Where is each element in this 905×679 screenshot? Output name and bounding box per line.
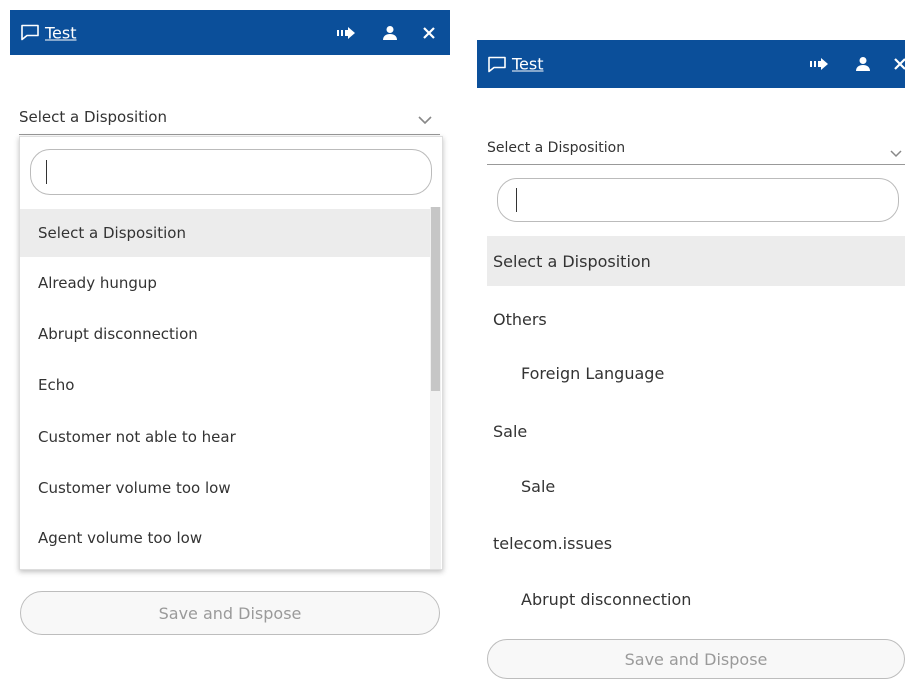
chevron-down-icon[interactable] (890, 143, 902, 162)
close-icon[interactable] (893, 57, 905, 71)
option-agent-volume-too-low[interactable]: Agent volume too low (20, 514, 430, 562)
user-icon[interactable] (855, 56, 871, 72)
disposition-select[interactable]: Select a Disposition (487, 140, 625, 156)
chat-icon (487, 55, 507, 73)
conversation-title[interactable]: Test (512, 55, 544, 74)
left-panel: Test Select a Disposition Select a Dispo… (0, 0, 450, 673)
group-others: Others (493, 309, 547, 329)
option-already-hungup[interactable]: Already hungup (20, 259, 430, 307)
transfer-icon[interactable] (336, 26, 356, 40)
disposition-dropdown: Select a Disposition Already hungup Abru… (19, 136, 443, 570)
save-and-dispose-button[interactable]: Save and Dispose (20, 591, 440, 635)
right-header: Test (477, 40, 905, 88)
transfer-icon[interactable] (809, 57, 829, 71)
chevron-down-icon[interactable] (418, 110, 432, 129)
dropdown-scrollbar[interactable] (430, 207, 441, 569)
close-icon[interactable] (422, 26, 436, 40)
option-foreign-language[interactable]: Foreign Language (487, 350, 905, 396)
option-select-a-disposition[interactable]: Select a Disposition (487, 236, 905, 286)
scrollbar-thumb[interactable] (431, 207, 440, 391)
left-header: Test (10, 10, 450, 55)
option-abrupt-disconnection[interactable]: Abrupt disconnection (487, 576, 905, 622)
option-customer-volume-too-low[interactable]: Customer volume too low (20, 464, 430, 512)
save-and-dispose-button[interactable]: Save and Dispose (487, 639, 905, 679)
disposition-dropdown: Select a Disposition Others Foreign Lang… (487, 166, 905, 609)
right-panel: Test Select a Disposition Select a Dispo… (450, 0, 905, 679)
option-customer-not-able-to-hear[interactable]: Customer not able to hear (20, 413, 430, 461)
option-sale[interactable]: Sale (487, 463, 905, 509)
option-echo[interactable]: Echo (20, 361, 430, 409)
group-sale: Sale (493, 421, 528, 441)
user-icon[interactable] (382, 25, 398, 41)
disposition-select[interactable]: Select a Disposition (19, 108, 167, 126)
search-input[interactable] (30, 149, 432, 195)
chat-icon (20, 24, 40, 42)
search-input[interactable] (497, 178, 899, 222)
option-select-a-disposition[interactable]: Select a Disposition (20, 209, 430, 257)
option-abrupt-disconnection[interactable]: Abrupt disconnection (20, 310, 430, 358)
group-telecom-issues: telecom.issues (493, 533, 613, 553)
conversation-title[interactable]: Test (45, 23, 77, 42)
